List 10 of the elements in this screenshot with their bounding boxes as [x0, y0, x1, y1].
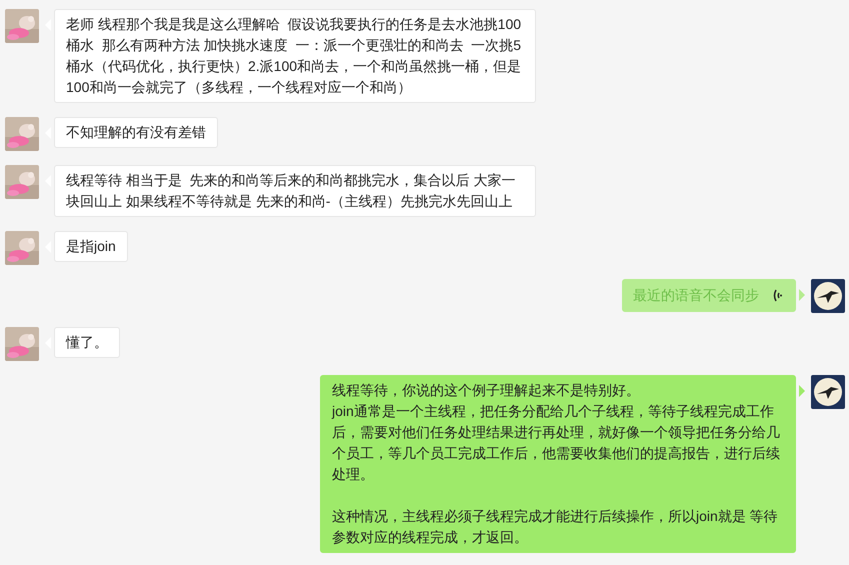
message-text: 线程等待，你说的这个例子理解起来不是特别好。: [332, 381, 641, 400]
message-text: 不知理解的有没有差错: [66, 123, 206, 142]
message-text: 老师 线程那个我是我是这么理解哈 假设说我要执行的任务是去水池挑100桶水 那么有两种方法 加快挑水速度 一：派一个更强壮的和尚去 一次挑5桶水（代码优化，执行更快）2.派100和尚去，一个和尚虽然挑一桶，但是100和尚一会就完了（多线程，一个线程对应一个和尚）: [66, 15, 522, 97]
message-text: 这种情况，主线程必须子线程完成才能进行后续操作，所以join就是 等待参数对应的线程完成，才返回。: [332, 507, 779, 547]
message-text: join通常是一个主线程，把任务分配给几个子线程，等待子线程完成工作后，需要对他们任务处理结果进行再处理，就好像一个领导把任务分给几个员工，等几个员工完成工作后，他需要收集他们的提高报告，进行后续处理。: [332, 402, 781, 484]
message-text: 线程等待 相当于是 先来的和尚等后来的和尚都挑完水，集合以后 大家一块回山上 如果线程不等待就是 先来的和尚-（主线程）先挑完水先回山上: [66, 171, 517, 211]
sound-wave-icon: [773, 289, 782, 302]
message-text: 最近的语音不会同步: [633, 286, 759, 305]
message-text: 懂了。: [66, 333, 108, 352]
message-text: 是指join: [66, 237, 116, 256]
